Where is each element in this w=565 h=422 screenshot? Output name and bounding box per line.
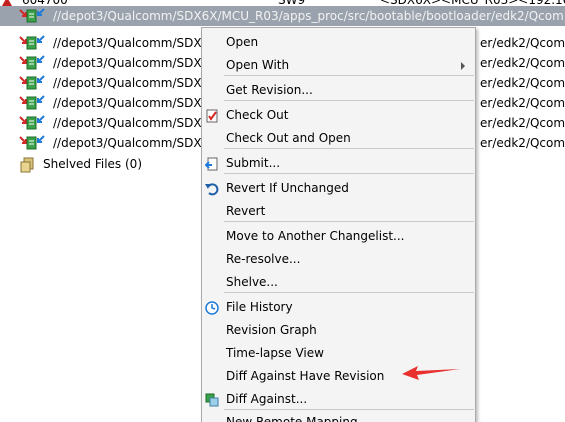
menu-item-label: Revert If Unchanged: [226, 181, 349, 195]
menu-item-label: Open With: [226, 58, 290, 72]
revert-icon: [205, 181, 219, 196]
file-path: //depot3/Qualcomm/SDX: [53, 96, 202, 110]
menu-item-label: Re-resolve...: [226, 252, 301, 266]
menu-item-label: Move to Another Changelist...: [226, 229, 405, 243]
file-path: //depot3/Qualcomm/SDX: [53, 76, 202, 90]
menu-item-label: Shelve...: [226, 275, 278, 289]
file-path-tail: er/edk2/Qcom: [480, 116, 565, 130]
checked-out-file-icon: [19, 35, 45, 51]
menu-item-move-to-another-changelist[interactable]: Move to Another Changelist...: [202, 225, 475, 248]
menu-item-label: Get Revision...: [226, 83, 313, 97]
submenu-arrow-icon: [461, 62, 465, 70]
file-path-tail: er/edk2/Qcom: [480, 76, 565, 90]
menu-item-label: Revert: [226, 204, 266, 218]
menu-item-label: Open: [226, 35, 259, 49]
menu-item-label: File History: [226, 300, 293, 314]
menu-item-check-out-and-open[interactable]: Check Out and Open: [202, 127, 475, 150]
menu-item-revert-if-unchanged[interactable]: Revert If Unchanged: [202, 177, 475, 200]
file-path-tail: er/edk2/Qcom: [480, 36, 565, 50]
checked-out-file-icon: [19, 95, 45, 111]
file-path-tail: er/edk2/Qcom: [480, 96, 565, 110]
checkout-icon: [205, 108, 219, 123]
menu-item-get-revision[interactable]: Get Revision...: [202, 79, 475, 102]
annotation-arrow: [402, 366, 460, 380]
file-path: //depot3/Qualcomm/SDX: [53, 116, 202, 130]
menu-item-label: New Remote Mapping...: [226, 415, 370, 422]
file-path: //depot3/Qualcomm/SDX: [53, 56, 202, 70]
menu-item-open-with[interactable]: Open With: [202, 54, 475, 77]
checked-out-file-icon: [19, 8, 45, 24]
menu-item-revert[interactable]: Revert: [202, 200, 475, 223]
menu-item-shelve[interactable]: Shelve...: [202, 271, 475, 294]
menu-item-revision-graph[interactable]: Revision Graph: [202, 319, 475, 342]
checked-out-file-icon: [19, 55, 45, 71]
file-row[interactable]: //depot3/Qualcomm/SDX6X/MCU_R03/apps_pro…: [0, 6, 565, 26]
submit-icon: [204, 156, 219, 171]
menu-item-label: Diff Against...: [226, 392, 308, 406]
diff-icon: [205, 392, 219, 407]
checked-out-file-icon: [19, 115, 45, 131]
checked-out-file-icon: [19, 135, 45, 151]
file-path: //depot3/Qualcomm/SDX6X/MCU_R03/apps_pro…: [53, 9, 564, 23]
menu-item-open[interactable]: Open: [202, 31, 475, 54]
clock-icon: [205, 300, 219, 315]
menu-item-label: Submit...: [226, 156, 281, 170]
menu-item-new-remote-mapping[interactable]: New Remote Mapping...: [202, 411, 475, 422]
menu-item-label: Diff Against Have Revision: [226, 369, 385, 383]
menu-item-re-resolve[interactable]: Re-resolve...: [202, 248, 475, 271]
file-path-tail: er/edk2/Qcom: [480, 136, 565, 150]
file-path: //depot3/Qualcomm/SDX: [53, 136, 202, 150]
shelved-box-icon: [20, 157, 34, 173]
menu-item-label: Revision Graph: [226, 323, 317, 337]
menu-item-diff-against[interactable]: Diff Against...: [202, 388, 475, 411]
menu-item-label: Time-lapse View: [226, 346, 324, 360]
menu-item-label: Check Out and Open: [226, 131, 351, 145]
checked-out-file-icon: [19, 75, 45, 91]
file-path-tail: er/edk2/Qcom: [480, 56, 565, 70]
file-path: //depot3/Qualcomm/SDX: [53, 36, 202, 50]
shelved-files-label: Shelved Files (0): [43, 157, 142, 171]
menu-item-label: Check Out: [226, 108, 289, 122]
menu-item-check-out[interactable]: Check Out: [202, 104, 475, 127]
menu-item-submit[interactable]: Submit...: [202, 152, 475, 175]
menu-item-file-history[interactable]: File History: [202, 296, 475, 319]
